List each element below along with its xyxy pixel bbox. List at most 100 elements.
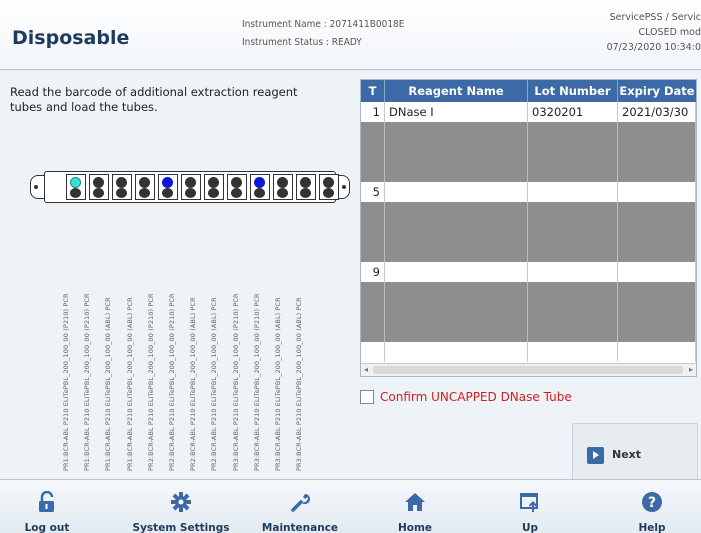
column-header-reagent-name[interactable]: Reagent Name (385, 80, 528, 102)
tube-label-text: PR1:BCR-ABL P210 ELITePBL_200_100_00 (P2… (83, 293, 92, 471)
table-cell-expiry (618, 222, 696, 242)
table-cell-t (361, 202, 385, 222)
table-cell-t: 5 (361, 182, 385, 202)
table-row[interactable] (361, 142, 696, 162)
table-cell-name (385, 262, 528, 282)
rack-slot (158, 174, 178, 200)
maintenance-label: Maintenance (261, 522, 339, 533)
rack-slot (112, 174, 132, 200)
table-cell-t (361, 302, 385, 322)
tube-label-text: PR3:BCR-ABL P210 ELITePBL_200_100_00 (P2… (252, 293, 261, 471)
tube-label-text: PR3:BCR-ABL P210 ELITePBL_200_100_00 (AB… (274, 297, 282, 471)
tube-label: PR3:BCR-ABL P210 ELITePBL_200_100_00 (P2… (230, 261, 242, 471)
system-settings-button[interactable]: System Settings (126, 480, 236, 533)
table-cell-lot (528, 262, 618, 282)
table-row[interactable] (361, 242, 696, 262)
tube-label-text: PR1:BCR-ABL P210 ELITePBL_200_100_00 (AB… (104, 297, 113, 471)
table-cell-lot: 0320201 (528, 102, 618, 122)
column-header-t[interactable]: T (361, 80, 385, 102)
tube-cap (116, 177, 127, 188)
table-cell-name: DNase I (385, 102, 528, 122)
tube-label: PR1:BCR-ABL P210 ELITePBL_200_100_00 (AB… (124, 261, 136, 471)
table-body: 1 DNase I 0320201 2021/03/30 5 9 (361, 102, 696, 364)
table-cell-name (385, 342, 528, 362)
logout-button[interactable]: Log out (12, 480, 82, 533)
home-icon (405, 493, 425, 511)
column-header-expiry-date[interactable]: Expiry Date (618, 80, 696, 102)
table-row[interactable] (361, 162, 696, 182)
column-header-lot-number[interactable]: Lot Number (528, 80, 618, 102)
table-cell-name (385, 302, 528, 322)
tube-body (277, 188, 288, 198)
help-button[interactable]: ? Help (622, 480, 682, 533)
confirm-uncapped-checkbox[interactable] (360, 390, 374, 404)
instrument-info: Instrument Name : 2071411B0018E Instrume… (242, 16, 404, 52)
table-cell-expiry (618, 182, 696, 202)
table-cell-lot (528, 282, 618, 302)
tube-cap (93, 177, 104, 188)
logout-label: Log out (24, 522, 70, 533)
table-row[interactable] (361, 342, 696, 362)
horizontal-scrollbar[interactable]: ◂ ▸ (361, 363, 696, 376)
table-row[interactable]: 1 DNase I 0320201 2021/03/30 (361, 102, 696, 122)
maintenance-button[interactable]: Maintenance (255, 480, 345, 533)
instrument-status: Instrument Status : READY (242, 37, 362, 48)
table-row[interactable]: 9 (361, 262, 696, 282)
table-row[interactable] (361, 202, 696, 222)
tube-rack (30, 169, 350, 205)
table-cell-lot (528, 302, 618, 322)
table-cell-lot (528, 202, 618, 222)
up-button[interactable]: Up (505, 480, 555, 533)
main-panel: Read the barcode of additional extractio… (0, 71, 701, 485)
table-cell-name (385, 322, 528, 342)
rack-slot (319, 174, 339, 200)
tube-label: PR2:BCR-ABL P210 ELITePBL_200_100_00 (P2… (166, 261, 178, 471)
tube-cap (162, 177, 173, 188)
table-row[interactable]: 5 (361, 182, 696, 202)
next-label: Next (612, 448, 642, 461)
header-bar: Disposable Instrument Name : 2071411B001… (0, 0, 701, 70)
confirm-uncapped-row[interactable]: Confirm UNCAPPED DNase Tube (360, 389, 572, 405)
lock-open-icon (39, 491, 54, 512)
table-row[interactable] (361, 222, 696, 242)
confirm-uncapped-label[interactable]: Confirm UNCAPPED DNase Tube (380, 390, 572, 404)
tube-body (116, 188, 127, 198)
table-cell-t (361, 122, 385, 142)
tube-label-text: PR1:BCR-ABL P210 ELITePBL_200_100_00 (P2… (62, 293, 70, 471)
scrollbar-thumb[interactable] (373, 366, 683, 374)
tube-label-text: PR2:BCR-ABL P210 ELITePBL_200_100_00 (P2… (168, 293, 176, 471)
table-cell-expiry (618, 302, 696, 322)
table-cell-expiry: 2021/03/30 (618, 102, 696, 122)
table-cell-expiry (618, 202, 696, 222)
table-row[interactable] (361, 122, 696, 142)
rack-slot (66, 174, 86, 200)
reagent-table: T Reagent Name Lot Number Expiry Date 1D… (360, 79, 697, 377)
tube-label: PR1:BCR-ABL P210 ELITePBL_200_100_00 (AB… (102, 261, 114, 471)
table-cell-t (361, 242, 385, 262)
tube-label-text: PR1:BCR-ABL P210 ELITePBL_200_100_00 (AB… (125, 297, 134, 471)
table-cell-t: 9 (361, 262, 385, 282)
table-cell-lot (528, 322, 618, 342)
tube-label: PR2:BCR-ABL P210 ELITePBL_200_100_00 (AB… (208, 261, 220, 471)
scroll-left-icon[interactable]: ◂ (364, 365, 368, 374)
table-row[interactable] (361, 322, 696, 342)
tube-cap (254, 177, 265, 188)
table-cell-t (361, 162, 385, 182)
table-cell-lot (528, 142, 618, 162)
tube-body (323, 188, 334, 198)
table-cell-lot (528, 222, 618, 242)
tube-label-text: PR2:BCR-ABL P210 ELITePBL_200_100_00 (AB… (189, 297, 198, 471)
next-button[interactable]: Next (572, 423, 698, 485)
page-title: Disposable (12, 27, 130, 49)
table-row[interactable] (361, 282, 696, 302)
tube-label: PR3:BCR-ABL P210 ELITePBL_200_100_00 (P2… (251, 261, 263, 471)
table-row[interactable] (361, 302, 696, 322)
home-button[interactable]: Home (385, 480, 445, 533)
tube-cap (185, 177, 196, 188)
rack-slot (250, 174, 270, 200)
scroll-right-icon[interactable]: ▸ (689, 365, 693, 374)
rack-slot (273, 174, 293, 200)
tube-cap (300, 177, 311, 188)
user-info: ServicePSS / Servic CLOSED mod 07/23/202… (566, 10, 701, 55)
table-cell-name (385, 122, 528, 142)
